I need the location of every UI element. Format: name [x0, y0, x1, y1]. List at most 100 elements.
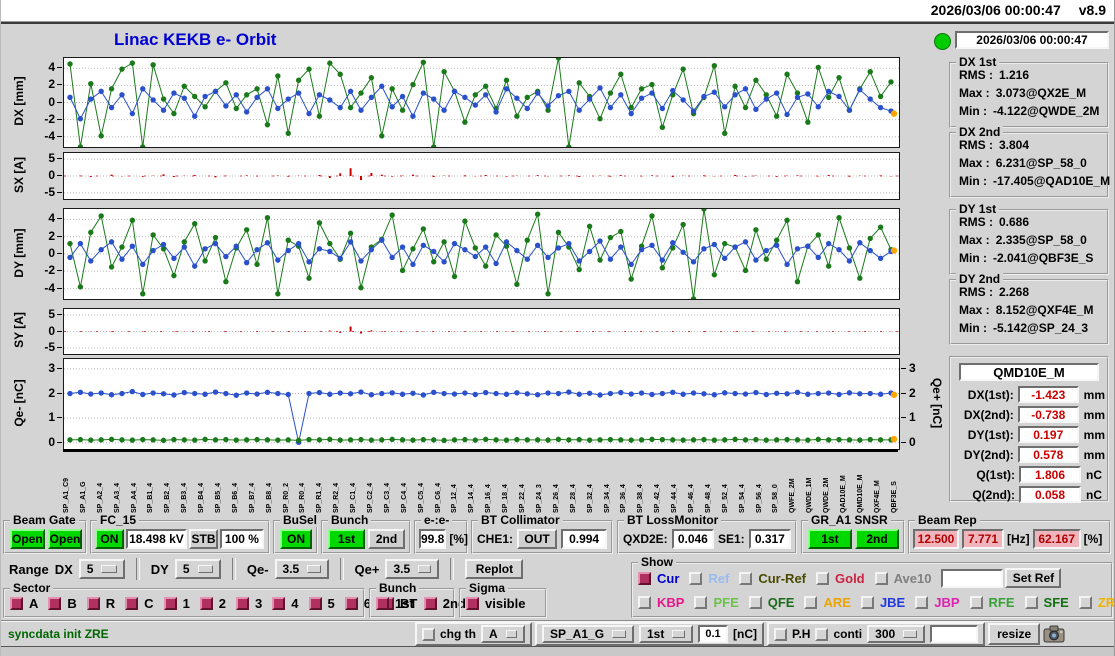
checkbox-Cur[interactable]: [638, 572, 651, 585]
dx-1st-stats: DX 1st RMS :1.216 Max :3.073@QX2E_M Min …: [949, 62, 1109, 128]
che1-out-button[interactable]: OUT: [517, 529, 557, 549]
bpm-label: SP_42_4: [654, 453, 661, 513]
bpm-label: SP_R1_4: [316, 453, 323, 513]
ref-filename-input[interactable]: [941, 569, 1003, 588]
conti-checkbox[interactable]: [815, 628, 828, 641]
fc15-stb-button[interactable]: STB: [189, 529, 218, 549]
bpm-label: SP_A1_G: [80, 453, 87, 513]
group-title: FC_15: [97, 513, 139, 527]
fc15-kv-field: 18.498 kV: [126, 529, 187, 549]
checkbox-JBP[interactable]: [915, 596, 928, 609]
checkbox-2nd[interactable]: [424, 597, 437, 610]
resize-button[interactable]: resize: [988, 623, 1040, 645]
checkbox-5[interactable]: [309, 597, 322, 610]
sigma-group: Sigma visible: [459, 588, 547, 618]
checkbox-label-A: A: [29, 596, 38, 611]
checkbox-C[interactable]: [125, 597, 138, 610]
qmd-row-value: 0.578: [1018, 446, 1079, 463]
checkbox-Ave10[interactable]: [875, 572, 888, 585]
range-qep-select[interactable]: 3.5: [385, 559, 439, 579]
bunch-select[interactable]: 1st: [639, 625, 693, 643]
bpm-label: SP_C3_4: [384, 453, 391, 513]
bpm-label: SP_36_4: [620, 453, 627, 513]
beam-gate-open-2-button[interactable]: Open: [48, 529, 83, 549]
bunch-2nd-button[interactable]: 2nd: [368, 529, 405, 549]
replot-button[interactable]: Replot: [465, 559, 523, 579]
checkbox-JBE[interactable]: [861, 596, 874, 609]
bpm-label: SP_C2_4: [367, 453, 374, 513]
bpm-label: SP_B2_4: [164, 453, 171, 513]
checkbox-label-visible: visible: [485, 596, 525, 611]
checkbox-label-ZRE: ZRE: [1098, 595, 1115, 610]
points-select[interactable]: 300: [867, 625, 925, 643]
checkbox-ZRE[interactable]: [1079, 596, 1092, 609]
bpm-label: SP_52_4: [722, 453, 729, 513]
y-tick-label: 5: [25, 151, 55, 165]
rms-value: 3.804: [999, 138, 1029, 152]
checkbox-2[interactable]: [200, 597, 213, 610]
ph-checkbox[interactable]: [774, 628, 787, 641]
qxd2e-value-field: 0.046: [672, 529, 714, 549]
qmd-row: Q(1st):1.806nC: [955, 465, 1105, 484]
checkbox-R[interactable]: [87, 597, 100, 610]
checkbox-label-R: R: [106, 596, 115, 611]
checkbox-1st[interactable]: [376, 597, 389, 610]
fc15-on-button[interactable]: ON: [95, 529, 124, 549]
threshold-field[interactable]: 0.1: [698, 625, 728, 643]
bpm-label: SP_B6_4: [232, 453, 239, 513]
checkbox-PFE[interactable]: [694, 596, 707, 609]
gr-a1-1st-button[interactable]: 1st: [808, 529, 852, 549]
checkbox-1[interactable]: [164, 597, 177, 610]
checkbox-visible[interactable]: [466, 597, 479, 610]
chg-th-checkbox[interactable]: [422, 628, 435, 641]
che1-value-field: 0.994: [561, 529, 607, 549]
y-tick-label: 0: [25, 324, 55, 338]
beam-gate-open-1-button[interactable]: Open: [10, 529, 45, 549]
show-group: Show CurRefCur-RefGoldAve10 Set Ref KBPP…: [631, 562, 1113, 618]
checkbox-SFE[interactable]: [1025, 596, 1038, 609]
extra-input[interactable]: [930, 625, 978, 643]
checkbox-KBP[interactable]: [638, 596, 651, 609]
y-tick-mark: [57, 158, 62, 159]
qmd-row: Q(2nd):0.058nC: [955, 485, 1105, 504]
separator: [340, 558, 344, 580]
camera-icon[interactable]: [1043, 625, 1065, 643]
bpm-label: SP_B7_4: [249, 453, 256, 513]
checkbox-A[interactable]: [10, 597, 23, 610]
status-time: 2026/03/06 00:00:47: [955, 31, 1109, 49]
checkbox-B[interactable]: [48, 597, 61, 610]
qmd-bpm-name: QMD10E_M: [959, 363, 1099, 381]
checkbox-QFE[interactable]: [749, 596, 762, 609]
bpm-label: SP_C1_4: [350, 453, 357, 513]
checkbox-6[interactable]: [345, 597, 358, 610]
gr-a1-2nd-button[interactable]: 2nd: [855, 529, 899, 549]
bpm-label: SP_B8_4: [266, 453, 273, 513]
checkbox-4[interactable]: [272, 597, 285, 610]
group-title: Beam Rep: [915, 513, 980, 527]
bpm-label: SP_54_4: [739, 453, 746, 513]
checkbox-RFE[interactable]: [970, 596, 983, 609]
min-label: Min :: [959, 321, 987, 335]
checkbox-3[interactable]: [236, 597, 249, 610]
bpm-label: SP_R2_4: [333, 453, 340, 513]
qmd-row-label: Q(1st):: [955, 468, 1015, 482]
qmd-row-unit: mm: [1084, 428, 1105, 442]
checkbox-Cur-Ref[interactable]: [739, 572, 752, 585]
busel-on-button[interactable]: ON: [280, 529, 312, 549]
range-dx-select[interactable]: 5: [79, 559, 125, 579]
checkbox-Gold[interactable]: [816, 572, 829, 585]
range-qem-select[interactable]: 3.5: [275, 559, 329, 579]
y-tick-label: 4: [25, 60, 55, 74]
qmd-row-label: DY(1st):: [955, 428, 1014, 442]
set-ref-button[interactable]: Set Ref: [1005, 568, 1061, 588]
range-dy-select[interactable]: 5: [175, 559, 221, 579]
checkbox-ARE[interactable]: [804, 596, 817, 609]
option-menu-icon: [418, 565, 431, 573]
checkbox-Ref[interactable]: [689, 572, 702, 585]
bunch-1st-button[interactable]: 1st: [328, 529, 365, 549]
qmd-row-label: Q(2nd):: [955, 488, 1015, 502]
bpm-select[interactable]: SP_A1_G: [542, 625, 634, 643]
ee-ratio-field: 99.8: [419, 529, 446, 549]
beam-rep-hz-label: [Hz]: [1007, 532, 1030, 546]
th-sector-select[interactable]: A: [481, 625, 525, 643]
